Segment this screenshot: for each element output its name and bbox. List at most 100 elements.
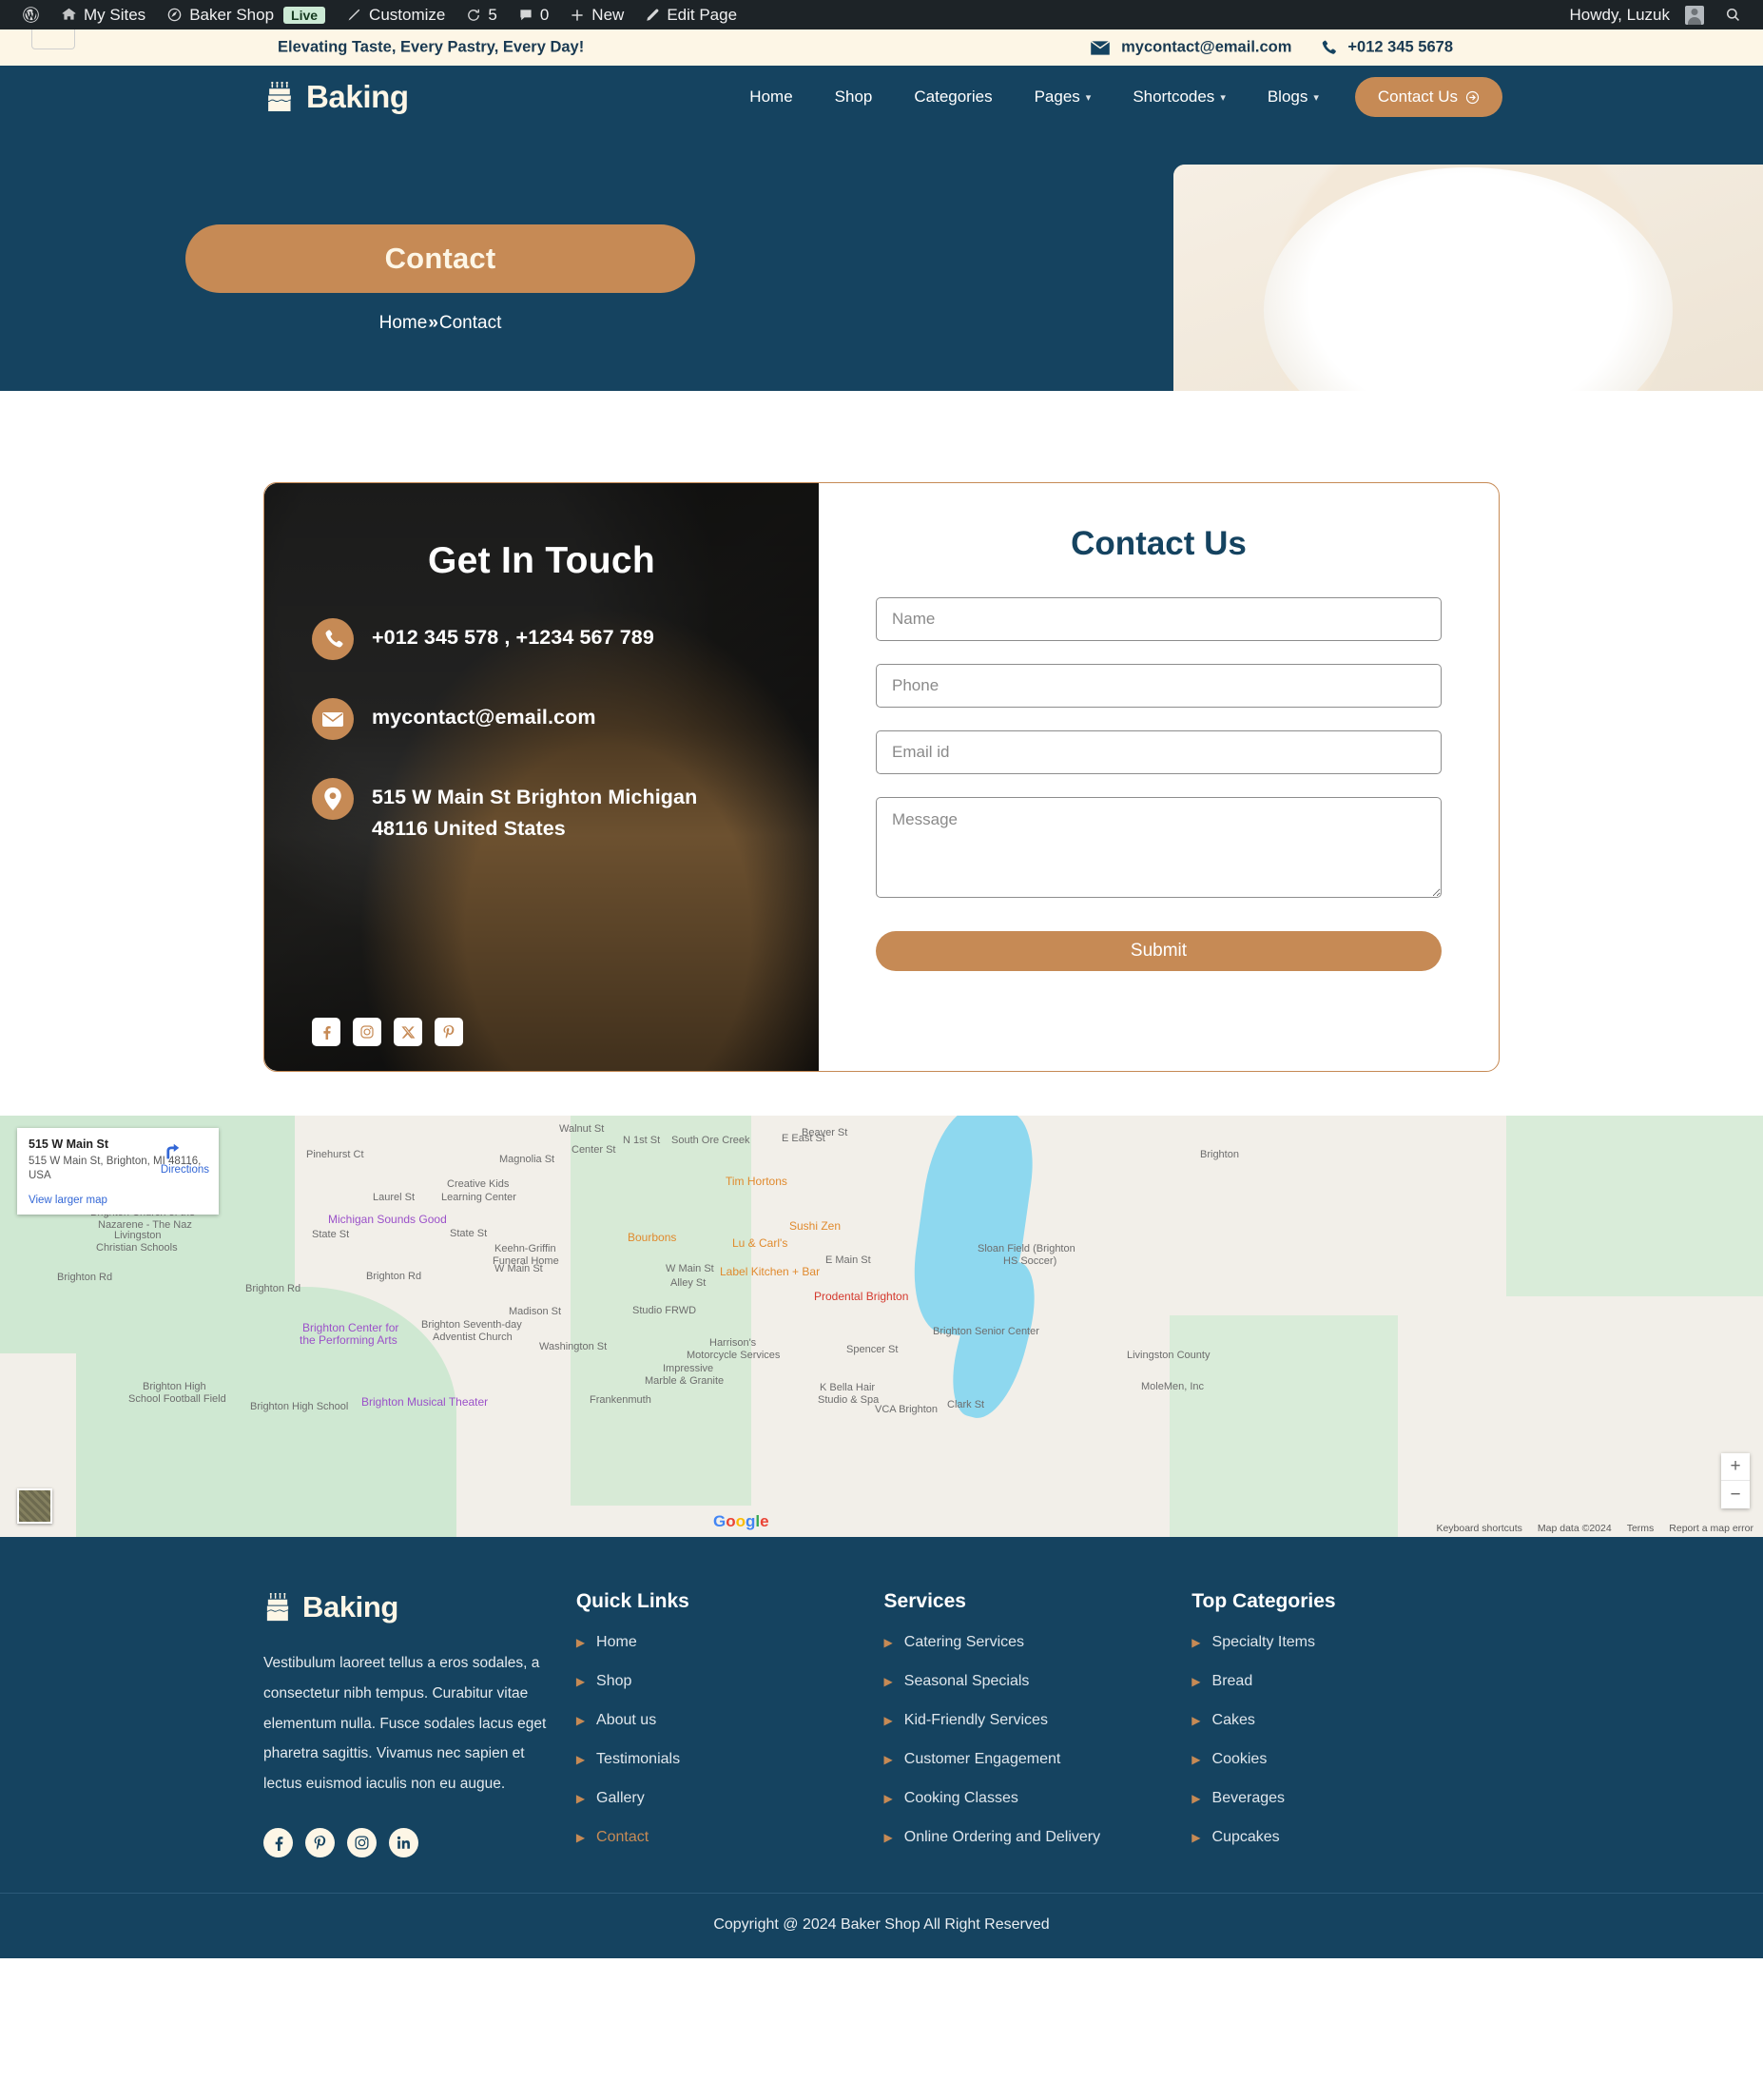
admin-bar-site-name[interactable]: Baker Shop Live (156, 0, 336, 29)
nav-item-shop[interactable]: Shop (814, 88, 894, 107)
footer-link-customer-engagement[interactable]: ▶ Customer Engagement (884, 1751, 1192, 1768)
wordpress-logo-menu[interactable] (11, 0, 50, 29)
email-input[interactable] (876, 730, 1442, 774)
admin-bar-my-sites[interactable]: My Sites (50, 0, 156, 29)
get-in-touch-email-row[interactable]: mycontact@email.com (312, 696, 771, 740)
footer-columns: Baking Vestibulum laoreet tellus a eros … (263, 1590, 1500, 1868)
map-street-label: Lu & Carl's (732, 1236, 788, 1250)
footer-link-online-ordering-and-delivery[interactable]: ▶ Online Ordering and Delivery (884, 1829, 1192, 1846)
nav-item-shortcodes[interactable]: Shortcodes ▾ (1112, 88, 1247, 107)
map-zoom-controls: + − (1721, 1453, 1750, 1508)
social-link-pinterest[interactable] (435, 1018, 463, 1046)
map-info-card[interactable]: 515 W Main St 515 W Main St, Brighton, M… (17, 1128, 219, 1215)
footer-link-label: Catering Services (903, 1634, 1025, 1650)
footer-link-kid-friendly-services[interactable]: ▶ Kid-Friendly Services (884, 1712, 1192, 1729)
social-link-facebook[interactable] (312, 1018, 340, 1046)
nav-item-categories[interactable]: Categories (893, 88, 1013, 107)
admin-bar-edit-page[interactable]: Edit Page (634, 0, 747, 29)
name-input[interactable] (876, 597, 1442, 641)
footer-logo[interactable]: Baking (263, 1590, 552, 1624)
site-logo[interactable]: Baking (264, 79, 409, 115)
message-textarea[interactable] (876, 797, 1442, 898)
report-map-error-link[interactable]: Report a map error (1669, 1523, 1753, 1534)
contact-us-button-label: Contact Us (1377, 88, 1458, 106)
keyboard-shortcuts-link[interactable]: Keyboard shortcuts (1436, 1523, 1521, 1534)
chevron-down-icon: ▾ (1085, 91, 1092, 104)
social-link-facebook[interactable] (263, 1827, 293, 1857)
skip-link-box (31, 29, 75, 49)
footer-link-gallery[interactable]: ▶ Gallery (576, 1790, 884, 1807)
footer-link-specialty-items[interactable]: ▶ Specialty Items (1191, 1634, 1500, 1651)
admin-bar-search[interactable] (1715, 0, 1752, 29)
admin-bar-my-account[interactable]: Howdy, Luzuk (1559, 0, 1715, 29)
breadcrumb-home[interactable]: Home (379, 313, 428, 334)
get-in-touch-social-links (312, 1018, 463, 1046)
footer-link-label: Kid-Friendly Services (903, 1712, 1048, 1728)
x-twitter-icon (400, 1025, 416, 1040)
footer-link-cooking-classes[interactable]: ▶ Cooking Classes (884, 1790, 1192, 1807)
facebook-icon (270, 1835, 286, 1851)
get-in-touch-phone-row[interactable]: +012 345 578 , +1234 567 789 (312, 616, 771, 660)
footer-link-bread[interactable]: ▶ Bread (1191, 1673, 1500, 1690)
admin-bar-comments[interactable]: 0 (508, 0, 559, 29)
google-map[interactable]: Magnolia St Creative Kids Learning Center L… (0, 1116, 1763, 1537)
map-street-label: State St (450, 1228, 488, 1239)
map-street-label: E East St (782, 1133, 825, 1144)
footer-link-testimonials[interactable]: ▶ Testimonials (576, 1751, 884, 1768)
footer-link-catering-services[interactable]: ▶ Catering Services (884, 1634, 1192, 1651)
footer-link-beverages[interactable]: ▶ Beverages (1191, 1790, 1500, 1807)
nav-item-blogs[interactable]: Blogs ▾ (1247, 88, 1340, 107)
footer-link-home[interactable]: ▶ Home (576, 1634, 884, 1651)
footer-link-shop[interactable]: ▶ Shop (576, 1673, 884, 1690)
map-street-label: Brighton Rd (57, 1272, 113, 1283)
social-link-pinterest[interactable] (305, 1827, 335, 1857)
phone-input[interactable] (876, 664, 1442, 708)
caret-right-icon: ▶ (883, 1675, 893, 1688)
footer-column-services: Services ▶ Catering Services ▶ Seasonal Sp… (884, 1590, 1192, 1868)
admin-bar-updates[interactable]: 5 (455, 0, 507, 29)
submit-button[interactable]: Submit (876, 931, 1442, 971)
location-pin-icon (312, 778, 354, 820)
footer-link-cakes[interactable]: ▶ Cakes (1191, 1712, 1500, 1729)
howdy-label: Howdy, Luzuk (1569, 5, 1670, 24)
map-street-label: School Football Field (128, 1393, 226, 1405)
topbar-email[interactable]: mycontact@email.com (1090, 39, 1291, 57)
terms-link[interactable]: Terms (1627, 1523, 1655, 1534)
map-street-label: E Main St (825, 1254, 871, 1266)
map-street-label: HS Soccer) (1003, 1255, 1057, 1267)
site-header: Baking Home Shop Categories Pages ▾ Shor… (0, 66, 1763, 128)
footer-link-cupcakes[interactable]: ▶ Cupcakes (1191, 1829, 1500, 1846)
view-larger-map-link[interactable]: View larger map (29, 1195, 207, 1206)
footer-link-seasonal-specials[interactable]: ▶ Seasonal Specials (884, 1673, 1192, 1690)
nav-item-home[interactable]: Home (728, 88, 813, 107)
map-street-label: Creative Kids (447, 1178, 510, 1190)
admin-bar-customize[interactable]: Customize (336, 0, 455, 29)
footer-link-contact[interactable]: ▶ Contact (576, 1829, 884, 1846)
social-link-linkedin[interactable] (389, 1827, 418, 1857)
caret-right-icon: ▶ (575, 1675, 586, 1688)
site-logo-text: Baking (306, 79, 409, 114)
nav-item-pages[interactable]: Pages ▾ (1014, 88, 1113, 107)
get-in-touch-email: mycontact@email.com (372, 706, 596, 729)
social-link-instagram[interactable] (347, 1827, 377, 1857)
page-title: Contact (185, 224, 695, 293)
contact-us-button[interactable]: Contact Us (1354, 77, 1502, 117)
zoom-in-button[interactable]: + (1721, 1453, 1750, 1481)
updates-icon (466, 8, 481, 23)
admin-bar-new-content[interactable]: New (559, 0, 634, 29)
footer-link-cookies[interactable]: ▶ Cookies (1191, 1751, 1500, 1768)
social-link-instagram[interactable] (353, 1018, 381, 1046)
map-street-label: Marble & Granite (645, 1375, 725, 1387)
zoom-out-button[interactable]: − (1721, 1481, 1750, 1508)
map-street-label: Magnolia St (499, 1154, 555, 1165)
map-satellite-toggle[interactable] (17, 1488, 52, 1524)
topbar-phone[interactable]: +012 345 5678 (1320, 39, 1453, 57)
footer-link-about-us[interactable]: ▶ About us (576, 1712, 884, 1729)
directions-button[interactable]: Directions (161, 1141, 209, 1176)
map-street-label: Walnut St (559, 1123, 605, 1135)
footer-column-quick-links: Quick Links ▶ Home ▶ Shop ▶ About us ▶ Testi… (576, 1590, 884, 1868)
social-link-x-twitter[interactable] (394, 1018, 422, 1046)
get-in-touch-address-row[interactable]: 515 W Main St Brighton Michigan 48116 Un… (312, 776, 771, 844)
chevron-down-icon: ▾ (1313, 91, 1319, 104)
contact-section: Get In Touch +012 345 578 , +1234 567 78… (0, 391, 1763, 1072)
